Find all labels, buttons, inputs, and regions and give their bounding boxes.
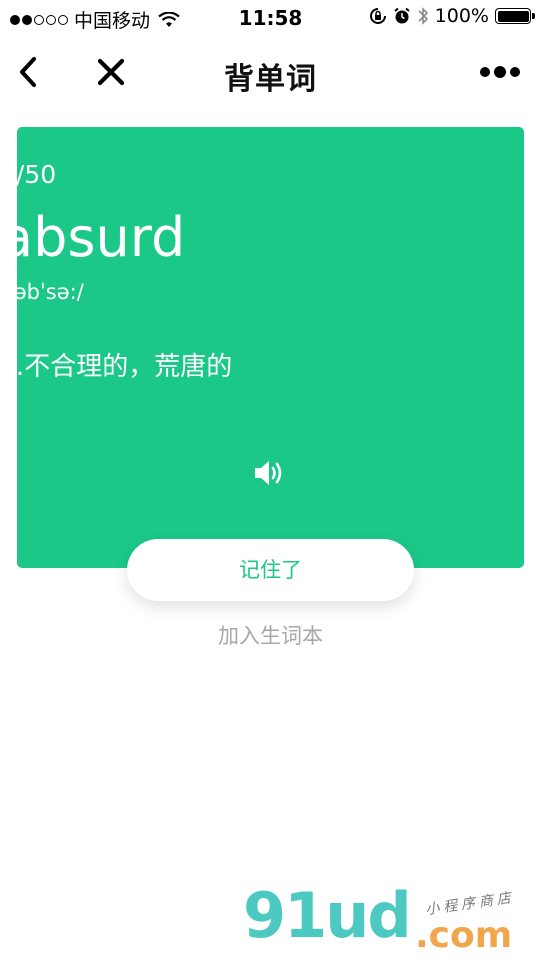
back-button[interactable]: [6, 50, 50, 94]
rotation-lock-icon: [369, 8, 386, 24]
word-phonetic: / əbˈsə:/: [0, 280, 84, 304]
word-progress: 4/50: [0, 160, 57, 189]
close-icon: [97, 58, 125, 86]
speaker-icon[interactable]: [253, 458, 287, 488]
status-right: 100%: [369, 5, 535, 27]
battery-percentage: 100%: [434, 5, 489, 27]
add-to-vocabulary-link[interactable]: 加入生词本: [0, 620, 541, 650]
more-button[interactable]: [476, 50, 524, 94]
word-text: absurd: [0, 206, 186, 269]
wifi-icon: [158, 11, 180, 27]
remember-button[interactable]: 记住了: [127, 539, 414, 601]
status-left: 中国移动: [10, 6, 180, 33]
close-button[interactable]: [89, 50, 133, 94]
watermark-logo: 91ud: [243, 879, 412, 952]
word-meaning: a.不合理的，荒唐的: [0, 352, 233, 382]
status-bar: 中国移动 11:58 100%: [0, 0, 541, 36]
page-title: 背单词: [224, 62, 317, 97]
carrier-name: 中国移动: [74, 10, 151, 32]
navigation-bar: 背单词: [0, 40, 541, 104]
chevron-left-icon: [20, 57, 36, 87]
bluetooth-icon: [418, 7, 428, 25]
more-options-icon: [480, 66, 520, 78]
battery-fill: [497, 10, 529, 22]
alarm-icon: [394, 7, 410, 24]
watermark-domain: .com: [415, 915, 513, 956]
battery-icon: [495, 8, 535, 24]
signal-strength-icon: [10, 14, 68, 25]
